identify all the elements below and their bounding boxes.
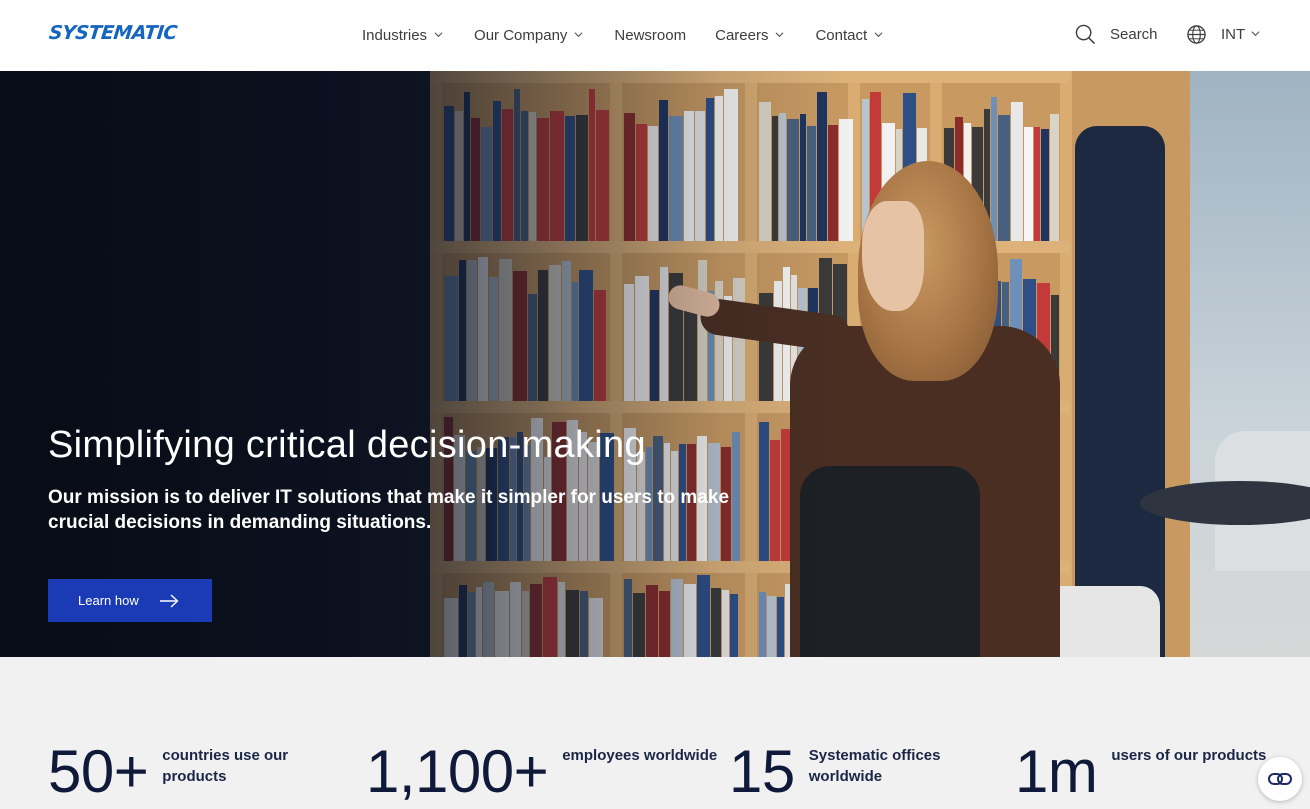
nav-item-careers[interactable]: Careers [715,0,784,71]
search-icon [1075,24,1096,45]
stat-label: employees worldwide [562,747,718,764]
stat-countries: 50+ countries use our products [48,739,302,805]
stats-section: 50+ countries use our products 1,100+ em… [0,657,1310,809]
search-label: Search [1110,26,1158,43]
main-nav: Industries Our Company Newsroom Careers … [362,0,883,71]
globe-icon [1187,25,1206,44]
logo[interactable]: SYSTEMATIC [48,22,178,44]
stat-number: 50+ [48,738,149,805]
language-selector[interactable]: INT [1186,24,1260,45]
stat-number: 1,100+ [366,738,549,805]
nav-item-label: Our Company [474,27,568,44]
chevron-down-icon [874,32,883,38]
search-button[interactable]: Search [1075,24,1158,45]
hero-overlay [0,71,1310,657]
hero-title: Simplifying critical decision-making [48,424,646,466]
nav-item-our-company[interactable]: Our Company [474,0,583,71]
hero-banner: Simplifying critical decision-making Our… [0,71,1310,657]
chevron-down-icon [434,32,443,38]
stat-number: 1m [1015,738,1098,805]
nav-item-label: Industries [362,27,428,44]
learn-how-label: Learn how [78,593,139,608]
chevron-down-icon [1251,31,1260,37]
nav-item-newsroom[interactable]: Newsroom [614,0,686,71]
stat-number: 15 [729,738,795,805]
learn-how-button[interactable]: Learn how [48,579,212,622]
arrow-right-icon [159,593,179,608]
stat-users: 1m users of our products [1015,739,1271,805]
chevron-down-icon [574,32,583,38]
site-header: SYSTEMATIC Industries Our Company Newsro… [0,0,1310,71]
chevron-down-icon [775,32,784,38]
chat-widget-icon [1268,773,1292,785]
nav-item-label: Careers [715,27,769,44]
nav-item-industries[interactable]: Industries [362,0,443,71]
stat-offices: 15 Systematic offices worldwide [729,739,949,805]
nav-item-label: Newsroom [614,27,687,44]
hero-subtitle: Our mission is to deliver IT solutions t… [48,487,730,533]
stat-label: users of our products [1111,747,1267,764]
stat-employees: 1,100+ employees worldwide [366,739,722,805]
chat-widget-button[interactable] [1258,757,1302,801]
nav-item-label: Contact [815,27,868,44]
stat-label: Systematic offices worldwide [808,747,941,785]
nav-item-contact[interactable]: Contact [815,0,883,71]
stat-label: countries use our products [162,747,289,785]
language-label: INT [1221,26,1246,43]
